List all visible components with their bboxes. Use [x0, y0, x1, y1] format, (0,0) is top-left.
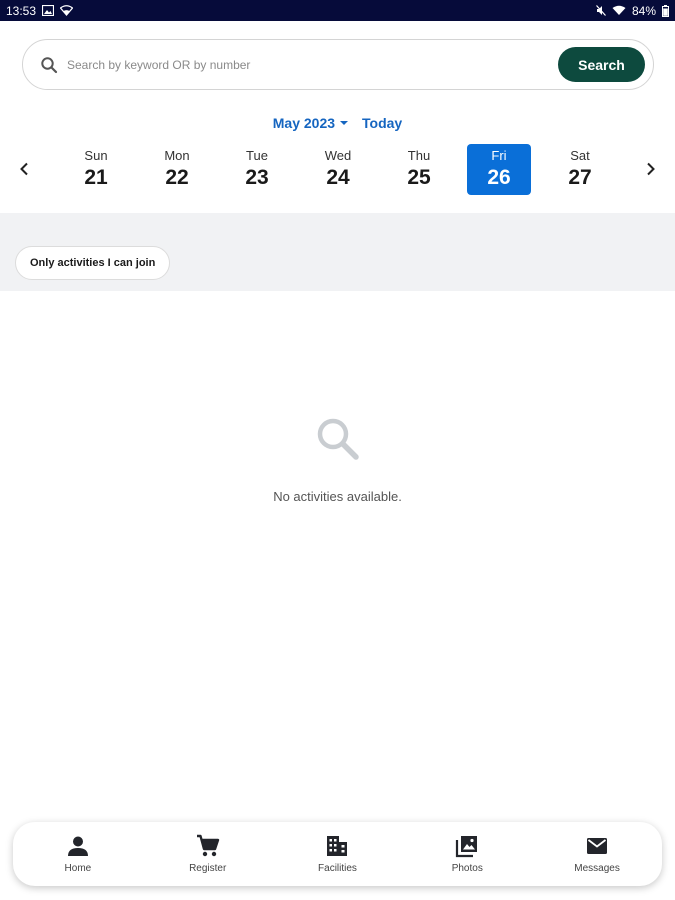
day-number: 21 [84, 166, 108, 189]
person-icon [66, 834, 90, 858]
day-number: 26 [487, 166, 511, 189]
empty-state-message: No activities available. [273, 489, 402, 504]
chevron-right-icon [647, 162, 655, 176]
nav-label: Messages [574, 863, 620, 874]
empty-state: No activities available. [0, 415, 675, 504]
week-strip: Sun 21 Mon 22 Tue 23 Wed 24 Thu 25 Fri 2… [0, 143, 675, 196]
mail-icon [585, 834, 609, 858]
month-label: May 2023 [272, 115, 336, 131]
status-time: 13:53 [6, 3, 37, 18]
photo-library-icon [455, 834, 479, 858]
cart-icon [196, 834, 220, 858]
day-name: Sun [84, 148, 108, 163]
status-bar-left: 13:53 [6, 3, 74, 18]
day-number: 24 [326, 166, 350, 189]
nav-label: Home [64, 863, 92, 874]
day-name: Wed [324, 148, 352, 163]
battery-percent: 84% [631, 3, 656, 18]
nav-label: Register [189, 863, 227, 874]
nav-label: Photos [451, 863, 483, 874]
nav-photos[interactable]: Photos [412, 834, 522, 874]
status-bar: 13:53 84% [0, 0, 675, 21]
search-icon [40, 56, 58, 74]
signal-icon [612, 5, 626, 16]
day-fri-selected[interactable]: Fri 26 [467, 144, 531, 195]
day-mon[interactable]: Mon 22 [145, 144, 209, 195]
nav-label: Facilities [318, 863, 357, 874]
wifi-icon [60, 5, 74, 16]
building-icon [325, 834, 349, 858]
day-number: 25 [407, 166, 431, 189]
chevron-left-icon [20, 162, 28, 176]
chevron-down-icon [340, 121, 349, 125]
month-dropdown[interactable]: May 2023 [272, 115, 349, 131]
day-number: 27 [568, 166, 592, 189]
filter-bar: Only activities I can join [0, 213, 675, 291]
month-row: May 2023 Today [0, 113, 675, 133]
next-week-button[interactable] [640, 157, 662, 181]
previous-week-button[interactable] [13, 157, 35, 181]
screen: 13:53 84% Search by keyword OR by number… [0, 0, 675, 900]
bottom-navigation: Home Register Facilities Photos Messages [13, 822, 662, 886]
search-bar: Search [22, 39, 654, 90]
mute-icon [596, 5, 606, 16]
day-name: Sat [570, 148, 590, 163]
day-number: 23 [245, 166, 269, 189]
nav-facilities[interactable]: Facilities [282, 834, 392, 874]
day-name: Mon [164, 148, 190, 163]
battery-icon [662, 4, 669, 17]
nav-register[interactable]: Register [153, 834, 263, 874]
day-name: Fri [491, 148, 507, 163]
today-link[interactable]: Today [362, 115, 402, 131]
day-name: Tue [246, 148, 268, 163]
day-name: Thu [407, 148, 431, 163]
nav-messages[interactable]: Messages [542, 834, 652, 874]
nav-home[interactable]: Home [23, 834, 133, 874]
search-icon [314, 415, 362, 463]
status-bar-right: 84% [596, 4, 669, 18]
day-number: 22 [165, 166, 189, 189]
day-sat[interactable]: Sat 27 [548, 144, 612, 195]
only-joinable-filter-chip[interactable]: Only activities I can join [15, 246, 171, 280]
search-button[interactable]: Search [558, 47, 645, 82]
day-wed[interactable]: Wed 24 [306, 144, 370, 195]
search-input[interactable] [67, 57, 558, 72]
day-thu[interactable]: Thu 25 [387, 144, 451, 195]
day-sun[interactable]: Sun 21 [64, 144, 128, 195]
day-tue[interactable]: Tue 23 [225, 144, 289, 195]
image-icon [42, 5, 55, 16]
